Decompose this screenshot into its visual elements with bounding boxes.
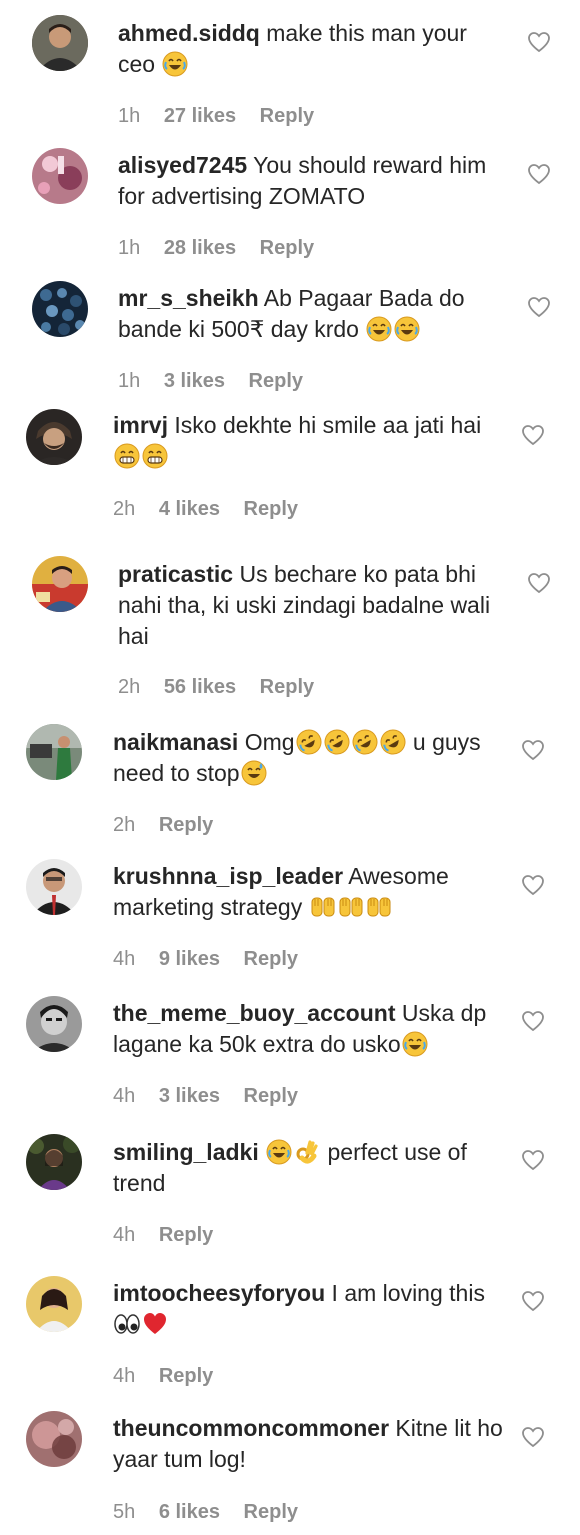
tears-of-joy-emoji-icon [162, 51, 188, 77]
reply-button[interactable]: Reply [244, 948, 298, 970]
like-heart-icon[interactable] [527, 31, 551, 53]
comment-likes[interactable]: 3 likes [164, 370, 225, 392]
avatar[interactable] [26, 996, 82, 1052]
comment-username[interactable]: mr_s_sheikh [118, 285, 259, 311]
comment-likes[interactable]: 9 likes [159, 948, 220, 970]
comment-username[interactable]: theuncommoncommoner [113, 1415, 389, 1441]
red-heart-emoji-icon [144, 1313, 166, 1334]
reply-button[interactable]: Reply [159, 814, 213, 836]
rofl-emoji-icon [324, 729, 350, 755]
comment-username[interactable]: naikmanasi [113, 729, 238, 755]
grinning-emoji-icon [114, 443, 140, 469]
comment-username[interactable]: praticastic [118, 561, 233, 587]
comment-text: Isko dekhte hi smile aa jati hai [174, 412, 482, 438]
reply-button[interactable]: Reply [260, 105, 314, 127]
comment-likes[interactable]: 6 likes [159, 1501, 220, 1523]
like-heart-icon[interactable] [521, 874, 545, 896]
like-heart-icon[interactable] [521, 1290, 545, 1312]
comment-username[interactable]: imtoocheesyforyou [113, 1280, 325, 1306]
avatar[interactable] [26, 409, 82, 465]
like-heart-icon[interactable] [527, 572, 551, 594]
comment-username[interactable]: imrvj [113, 412, 168, 438]
eyes-emoji-icon [114, 1314, 140, 1334]
like-heart-icon[interactable] [527, 296, 551, 318]
tears-of-joy-emoji-icon [402, 1031, 428, 1057]
reply-button[interactable]: Reply [244, 1085, 298, 1107]
avatar[interactable] [26, 1134, 82, 1190]
comment-username[interactable]: ahmed.siddq [118, 20, 260, 46]
comment-timestamp: 4h [113, 948, 136, 970]
comment-timestamp: 1h [118, 370, 141, 392]
comment-likes[interactable]: 56 likes [164, 676, 236, 698]
avatar[interactable] [32, 148, 88, 204]
tears-of-joy-emoji-icon [366, 316, 392, 342]
raising-hands-emoji-icon [339, 897, 363, 917]
like-heart-icon[interactable] [521, 1149, 545, 1171]
reply-button[interactable]: Reply [159, 1365, 213, 1387]
comment-timestamp: 2h [113, 814, 136, 836]
grinning-emoji-icon [142, 443, 168, 469]
comment-likes[interactable]: 3 likes [159, 1085, 220, 1107]
comment-text: I am loving this [331, 1280, 485, 1306]
reply-button[interactable]: Reply [244, 498, 298, 520]
sweat-smile-emoji-icon [241, 760, 267, 786]
comment-text: Omg [244, 729, 295, 755]
raising-hands-emoji-icon [367, 897, 391, 917]
tears-of-joy-emoji-icon [394, 316, 420, 342]
rofl-emoji-icon [380, 729, 406, 755]
comment-likes[interactable]: 28 likes [164, 237, 236, 259]
comment-likes[interactable]: 4 likes [159, 498, 220, 520]
avatar[interactable] [26, 724, 82, 780]
reply-button[interactable]: Reply [260, 237, 314, 259]
ok-hand-emoji-icon [296, 1140, 318, 1164]
comment-likes[interactable]: 27 likes [164, 105, 236, 127]
rofl-emoji-icon [296, 729, 322, 755]
comment-timestamp: 4h [113, 1365, 136, 1387]
comment-timestamp: 4h [113, 1224, 136, 1246]
like-heart-icon[interactable] [521, 739, 545, 761]
tears-of-joy-emoji-icon [266, 1139, 292, 1165]
avatar[interactable] [26, 1411, 82, 1467]
comment-username[interactable]: smiling_ladki [113, 1139, 259, 1165]
comment-timestamp: 4h [113, 1085, 136, 1107]
comment-timestamp: 1h [118, 105, 141, 127]
comment-username[interactable]: krushnna_isp_leader [113, 863, 343, 889]
like-heart-icon[interactable] [527, 163, 551, 185]
comment-timestamp: 5h [113, 1501, 136, 1523]
comment-username[interactable]: the_meme_buoy_account [113, 1000, 395, 1026]
reply-button[interactable]: Reply [244, 1501, 298, 1523]
like-heart-icon[interactable] [521, 1010, 545, 1032]
comment-timestamp: 2h [113, 498, 136, 520]
avatar[interactable] [32, 15, 88, 71]
raising-hands-emoji-icon [311, 897, 335, 917]
like-heart-icon[interactable] [521, 424, 545, 446]
reply-button[interactable]: Reply [159, 1224, 213, 1246]
comment-timestamp: 2h [118, 676, 141, 698]
comment-timestamp: 1h [118, 237, 141, 259]
avatar[interactable] [26, 1276, 82, 1332]
rofl-emoji-icon [352, 729, 378, 755]
like-heart-icon[interactable] [521, 1426, 545, 1448]
avatar[interactable] [32, 281, 88, 337]
reply-button[interactable]: Reply [260, 676, 314, 698]
comment-username[interactable]: alisyed7245 [118, 152, 247, 178]
reply-button[interactable]: Reply [249, 370, 303, 392]
avatar[interactable] [32, 556, 88, 612]
avatar[interactable] [26, 859, 82, 915]
